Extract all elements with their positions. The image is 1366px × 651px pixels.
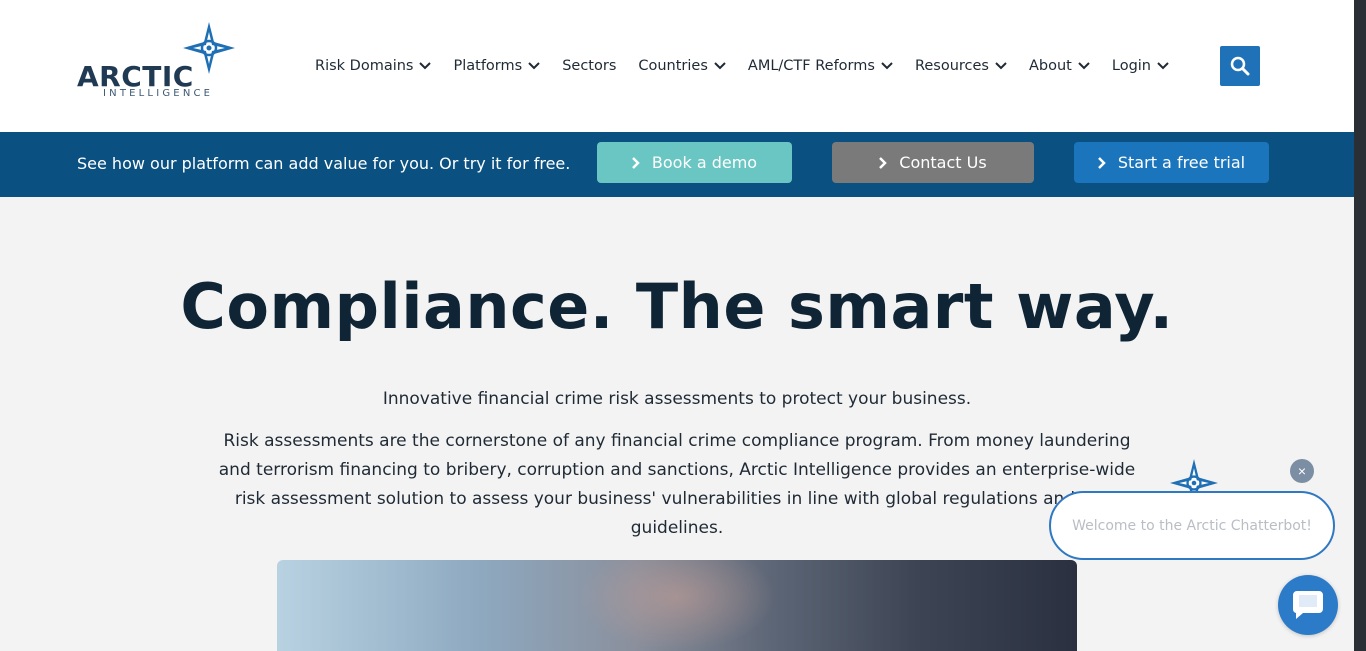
button-label: Contact Us	[899, 153, 987, 172]
nav-label: Countries	[638, 58, 708, 74]
hero-paragraph: Risk assessments are the cornerstone of …	[218, 431, 1136, 538]
chat-welcome-bubble[interactable]: Welcome to the Arctic Chatterbot!	[1049, 491, 1335, 560]
button-label: Book a demo	[651, 153, 758, 172]
chevron-down-icon	[714, 62, 726, 70]
nav-label: About	[1029, 58, 1072, 74]
nav-label: Login	[1111, 58, 1151, 74]
site-header: ARCTIC INTELLIGENCE Risk Domains Platfor…	[0, 0, 1354, 132]
scrollbar[interactable]	[1354, 0, 1366, 651]
search-button[interactable]	[1220, 46, 1260, 86]
nav-about[interactable]: About	[1029, 58, 1090, 74]
nav-sectors[interactable]: Sectors	[562, 58, 616, 74]
chat-launcher-button[interactable]	[1278, 575, 1338, 635]
nav-label: Platforms	[453, 58, 523, 74]
nav-login[interactable]: Login	[1112, 58, 1169, 74]
button-label: Start a free trial	[1117, 153, 1246, 172]
hero-title: Compliance. The smart way.	[180, 270, 1174, 343]
contact-us-button[interactable]: Contact Us	[832, 142, 1034, 183]
chevron-right-icon	[1097, 156, 1106, 169]
cta-strip: See how our platform can add value for y…	[0, 132, 1354, 197]
book-demo-button[interactable]: Book a demo	[597, 142, 792, 183]
nav-risk-domains[interactable]: Risk Domains	[315, 58, 432, 74]
chat-welcome-text: Welcome to the Arctic Chatterbot!	[1072, 517, 1312, 534]
hero-image	[277, 560, 1077, 651]
nav-label: Sectors	[562, 58, 617, 74]
nav-label: AML/CTF Reforms	[747, 58, 875, 74]
nav-label: Risk Domains	[315, 58, 414, 74]
close-icon: ×	[1297, 463, 1307, 479]
chevron-down-icon	[995, 62, 1007, 70]
free-trial-button[interactable]: Start a free trial	[1074, 142, 1269, 183]
chevron-right-icon	[632, 156, 640, 169]
chevron-down-icon	[419, 62, 432, 70]
nav-platforms[interactable]: Platforms	[453, 58, 540, 74]
hero-subtitle: Innovative financial crime risk assessme…	[382, 389, 972, 409]
chevron-right-icon	[879, 156, 888, 169]
logo-subtitle: INTELLIGENCE	[103, 88, 214, 99]
chevron-down-icon	[528, 62, 540, 70]
cta-text: See how our platform can add value for y…	[77, 154, 571, 173]
nav-label: Resources	[914, 58, 989, 74]
hero-image-glow	[577, 560, 777, 651]
main-nav: Risk Domains Platforms Sectors Countries…	[315, 56, 1191, 76]
chat-bubble-icon	[1292, 591, 1323, 619]
arctic-logo[interactable]: ARCTIC INTELLIGENCE	[77, 22, 237, 102]
nav-resources[interactable]: Resources	[915, 58, 1007, 74]
nav-countries[interactable]: Countries	[638, 58, 726, 74]
search-icon	[1230, 56, 1250, 76]
chat-close-button[interactable]: ×	[1290, 459, 1314, 483]
nav-aml-ctf-reforms[interactable]: AML/CTF Reforms	[748, 58, 893, 74]
chevron-down-icon	[1078, 62, 1090, 70]
chevron-down-icon	[1157, 62, 1169, 70]
chevron-down-icon	[881, 62, 893, 70]
